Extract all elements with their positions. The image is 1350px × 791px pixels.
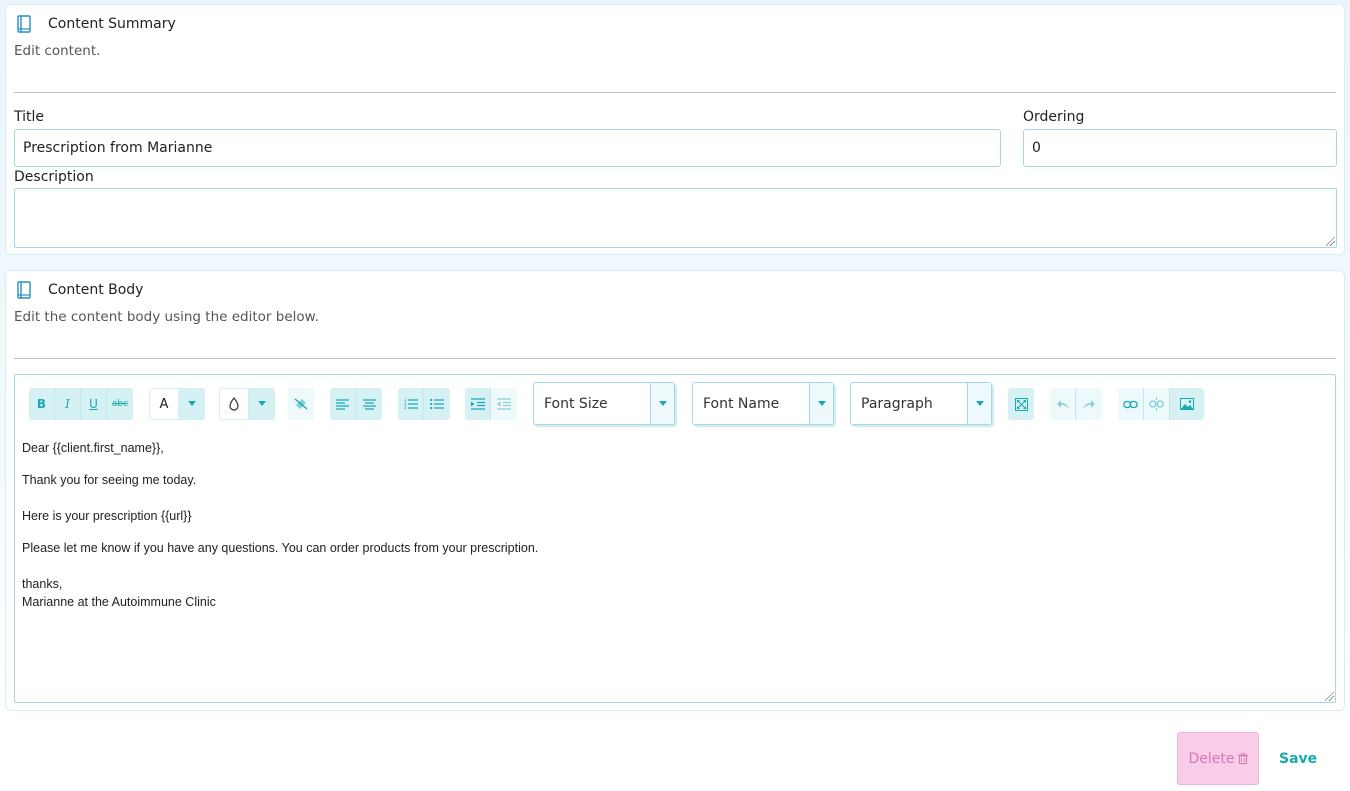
link-icon <box>1123 400 1138 408</box>
unlink-button[interactable] <box>1144 388 1170 420</box>
resize-handle[interactable] <box>1326 237 1335 246</box>
content-body-card: Content Body Edit the content body using… <box>5 270 1345 711</box>
title-label: Title <box>14 109 45 125</box>
outdent-button[interactable] <box>491 388 517 420</box>
caret-down-icon <box>650 383 674 424</box>
insert-group <box>1118 388 1204 420</box>
description-textarea[interactable] <box>14 188 1337 248</box>
align-center-button[interactable] <box>356 388 382 420</box>
save-button[interactable]: Save <box>1279 746 1317 772</box>
ordered-list-button[interactable]: 123 <box>398 388 424 420</box>
paragraph-format-select-value: Paragraph <box>861 395 933 412</box>
undo-icon <box>1056 399 1069 409</box>
indent-button[interactable] <box>465 388 491 420</box>
insert-link-button[interactable] <box>1118 388 1144 420</box>
editor-line: Here is your prescription {{url}} <box>22 509 192 523</box>
unordered-list-button[interactable] <box>424 388 450 420</box>
font-name-select-value: Font Name <box>703 395 780 412</box>
redo-button[interactable] <box>1076 388 1102 420</box>
align-center-icon <box>362 398 376 410</box>
caret-down-icon <box>967 383 991 424</box>
align-left-button[interactable] <box>330 388 356 420</box>
unordered-list-icon <box>430 398 444 410</box>
font-size-select[interactable]: Font Size <box>533 382 675 425</box>
content-summary-card: Content Summary Edit content. Title Pres… <box>5 4 1345 255</box>
ordering-input[interactable]: 0 <box>1023 129 1337 167</box>
content-summary-subtitle: Edit content. <box>14 43 101 59</box>
content-body-header: Content Body <box>16 281 143 299</box>
fullscreen-icon <box>1014 397 1028 411</box>
resize-handle[interactable] <box>1325 692 1334 701</box>
align-left-icon <box>336 398 349 410</box>
redo-icon <box>1083 399 1095 409</box>
caret-down-icon <box>188 401 196 406</box>
indent-icon <box>470 398 485 410</box>
content-body-subtitle: Edit the content body using the editor b… <box>14 309 319 325</box>
editor-line: thanks, <box>22 577 63 591</box>
unlink-icon <box>1149 397 1164 411</box>
paragraph-format-select[interactable]: Paragraph <box>850 382 992 425</box>
outdent-icon <box>497 398 511 410</box>
highlight-color-group <box>219 388 275 420</box>
ordering-label: Ordering <box>1023 109 1085 125</box>
fullscreen-button[interactable] <box>1008 388 1034 420</box>
content-body-title: Content Body <box>48 282 144 298</box>
description-label: Description <box>14 169 94 185</box>
divider <box>14 92 1336 93</box>
trash-icon <box>1237 753 1248 764</box>
caret-down-icon <box>809 383 833 424</box>
divider <box>14 358 1336 359</box>
droplet-icon <box>229 397 239 411</box>
text-style-group: B I U abc <box>29 388 133 420</box>
svg-text:3: 3 <box>404 405 407 410</box>
list-group: 123 <box>398 388 450 420</box>
highlight-color-dropdown[interactable] <box>249 388 275 420</box>
insert-image-button[interactable] <box>1170 388 1204 420</box>
editor-line: Thank you for seeing me today. <box>22 473 197 487</box>
editor-line: Please let me know if you have any quest… <box>22 541 539 555</box>
content-summary-header: Content Summary <box>16 15 176 33</box>
indent-group <box>465 388 517 420</box>
delete-button[interactable]: Delete <box>1177 732 1259 785</box>
align-group <box>330 388 382 420</box>
font-color-button[interactable]: A <box>149 388 179 420</box>
clear-format-button[interactable] <box>288 388 314 420</box>
editor-toolbar: B I U abc A 1 2 3 Font Size Font Name Pa… <box>29 382 1329 425</box>
history-group <box>1050 388 1102 420</box>
highlight-color-button[interactable] <box>219 388 249 420</box>
delete-button-label: Delete <box>1188 750 1235 767</box>
title-input[interactable]: Prescription from Marianne <box>14 129 1001 167</box>
image-icon <box>1180 398 1194 410</box>
book-icon <box>16 281 32 299</box>
italic-button[interactable]: I <box>55 388 81 420</box>
bold-button[interactable]: B <box>29 388 55 420</box>
font-size-select-value: Font Size <box>544 395 608 412</box>
font-color-dropdown[interactable] <box>179 388 205 420</box>
clear-format-group <box>288 388 314 420</box>
font-color-group: A <box>149 388 205 420</box>
caret-down-icon <box>258 401 266 406</box>
book-icon <box>16 15 32 33</box>
underline-button[interactable]: U <box>81 388 107 420</box>
rich-text-editor[interactable]: B I U abc A 1 2 3 Font Size Font Name Pa… <box>14 374 1336 703</box>
fullscreen-group <box>1008 388 1034 420</box>
eraser-icon <box>294 398 308 410</box>
undo-button[interactable] <box>1050 388 1076 420</box>
font-name-select[interactable]: Font Name <box>692 382 834 425</box>
ordered-list-icon: 123 <box>404 398 418 410</box>
editor-line: Dear {{client.first_name}}, <box>22 441 164 455</box>
editor-line: Marianne at the Autoimmune Clinic <box>22 595 216 609</box>
content-summary-title: Content Summary <box>48 16 176 32</box>
strikethrough-button[interactable]: abc <box>107 388 133 420</box>
